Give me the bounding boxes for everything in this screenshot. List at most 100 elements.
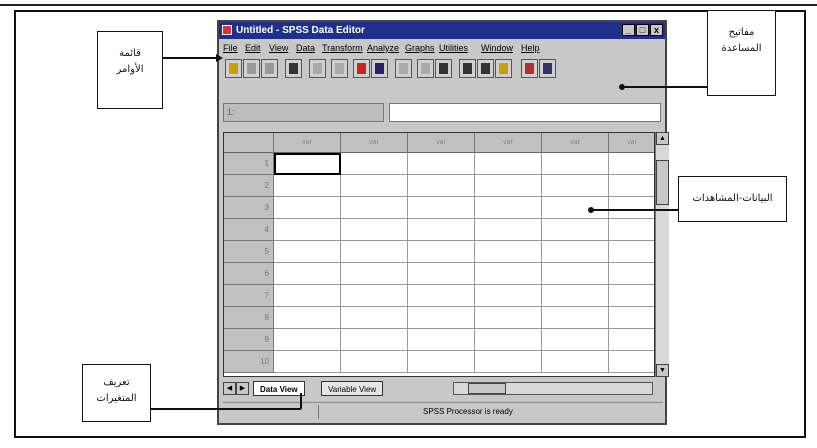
row-header[interactable]: 2: [224, 175, 274, 197]
grid-cell[interactable]: [475, 351, 542, 373]
grid-cell[interactable]: [609, 219, 654, 241]
save-icon[interactable]: [243, 59, 260, 78]
value-labels-icon[interactable]: [539, 59, 556, 78]
grid-cell[interactable]: [341, 153, 408, 175]
row-header[interactable]: 8: [224, 307, 274, 329]
row-header[interactable]: 6: [224, 263, 274, 285]
grid-cell[interactable]: [408, 219, 475, 241]
insert-case-icon[interactable]: [435, 59, 452, 78]
grid-cell[interactable]: [341, 285, 408, 307]
grid-cell[interactable]: [609, 285, 654, 307]
grid-cell[interactable]: [542, 329, 609, 351]
grid-cell[interactable]: [542, 263, 609, 285]
grid-cell[interactable]: [274, 329, 341, 351]
menu-edit[interactable]: Edit: [245, 40, 261, 56]
scroll-up-button[interactable]: ▲: [656, 132, 669, 145]
row-header[interactable]: 9: [224, 329, 274, 351]
grid-cell[interactable]: [609, 307, 654, 329]
grid-cell[interactable]: [408, 351, 475, 373]
grid-cell[interactable]: [408, 329, 475, 351]
grid-cell[interactable]: [341, 197, 408, 219]
grid-cell[interactable]: [274, 351, 341, 373]
grid-cell[interactable]: [542, 197, 609, 219]
row-header[interactable]: 1: [224, 153, 274, 175]
maximize-button[interactable]: □: [636, 24, 649, 36]
print-icon[interactable]: [261, 59, 278, 78]
grid-cell[interactable]: [475, 197, 542, 219]
row-header[interactable]: 3: [224, 197, 274, 219]
find-icon[interactable]: [417, 59, 434, 78]
grid-cell[interactable]: [609, 153, 654, 175]
column-header[interactable]: var: [408, 133, 475, 153]
grid-cell[interactable]: [475, 241, 542, 263]
menu-graphs[interactable]: Graphs: [405, 40, 435, 56]
goto-case-icon[interactable]: [371, 59, 388, 78]
goto-chart-icon[interactable]: [353, 59, 370, 78]
column-header[interactable]: var: [341, 133, 408, 153]
horizontal-scroll-thumb[interactable]: [468, 383, 506, 394]
split-file-icon[interactable]: [477, 59, 494, 78]
grid-cell[interactable]: [542, 219, 609, 241]
grid-cell[interactable]: [274, 219, 341, 241]
menu-file[interactable]: File: [223, 40, 238, 56]
insert-variable-icon[interactable]: [459, 59, 476, 78]
redo-icon[interactable]: [331, 59, 348, 78]
grid-cell[interactable]: [542, 153, 609, 175]
vertical-scroll-thumb[interactable]: [656, 160, 669, 205]
column-header[interactable]: var: [542, 133, 609, 153]
column-header[interactable]: var: [274, 133, 341, 153]
grid-cell[interactable]: [408, 197, 475, 219]
grid-cell[interactable]: [408, 175, 475, 197]
grid-cell[interactable]: [475, 307, 542, 329]
grid-cell[interactable]: [475, 175, 542, 197]
menu-data[interactable]: Data: [296, 40, 315, 56]
menu-analyze[interactable]: Analyze: [367, 40, 399, 56]
vertical-scrollbar[interactable]: ▲ ▼: [655, 132, 669, 377]
grid-cell[interactable]: [408, 263, 475, 285]
tab-next-button[interactable]: ▶: [236, 382, 249, 395]
grid-cell[interactable]: [274, 307, 341, 329]
grid-cell[interactable]: [408, 241, 475, 263]
tab-prev-button[interactable]: ◀: [223, 382, 236, 395]
grid-cell[interactable]: [341, 351, 408, 373]
grid-cell[interactable]: [274, 263, 341, 285]
row-header[interactable]: 7: [224, 285, 274, 307]
grid-cell[interactable]: [609, 263, 654, 285]
grid-cell[interactable]: [408, 307, 475, 329]
grid-cell[interactable]: [274, 197, 341, 219]
grid-cell[interactable]: [475, 329, 542, 351]
grid-cell[interactable]: [609, 241, 654, 263]
dialog-recall-icon[interactable]: [285, 59, 302, 78]
tab-data-view[interactable]: Data View: [253, 381, 305, 396]
row-header[interactable]: 5: [224, 241, 274, 263]
grid-cell[interactable]: [542, 307, 609, 329]
open-icon[interactable]: [225, 59, 242, 78]
grid-cell[interactable]: [408, 285, 475, 307]
grid-cell[interactable]: [341, 263, 408, 285]
grid-cell[interactable]: [341, 219, 408, 241]
close-button[interactable]: x: [650, 24, 663, 36]
tab-variable-view[interactable]: Variable View: [321, 381, 384, 396]
menu-view[interactable]: View: [269, 40, 288, 56]
grid-cell[interactable]: [475, 219, 542, 241]
undo-icon[interactable]: [309, 59, 326, 78]
menu-utilities[interactable]: Utilities: [439, 40, 468, 56]
menu-transform[interactable]: Transform: [322, 40, 363, 56]
grid-cell[interactable]: [274, 241, 341, 263]
grid-cell[interactable]: [609, 351, 654, 373]
grid-cell[interactable]: [274, 285, 341, 307]
row-header[interactable]: 10: [224, 351, 274, 373]
active-cell[interactable]: [274, 153, 341, 175]
cell-value-input[interactable]: [389, 103, 661, 122]
minimize-button[interactable]: _: [622, 24, 635, 36]
grid-cell[interactable]: [475, 153, 542, 175]
variables-icon[interactable]: [395, 59, 412, 78]
grid-cell[interactable]: [475, 263, 542, 285]
grid-cell[interactable]: [475, 285, 542, 307]
grid-cell[interactable]: [542, 351, 609, 373]
grid-cell[interactable]: [408, 153, 475, 175]
title-bar[interactable]: Untitled - SPSS Data Editor _ □ x: [219, 22, 665, 39]
menu-window[interactable]: Window: [481, 40, 513, 56]
data-grid[interactable]: var var var var var var 1 2 3 4 5 6 7 8 …: [223, 132, 655, 377]
grid-cell[interactable]: [609, 175, 654, 197]
